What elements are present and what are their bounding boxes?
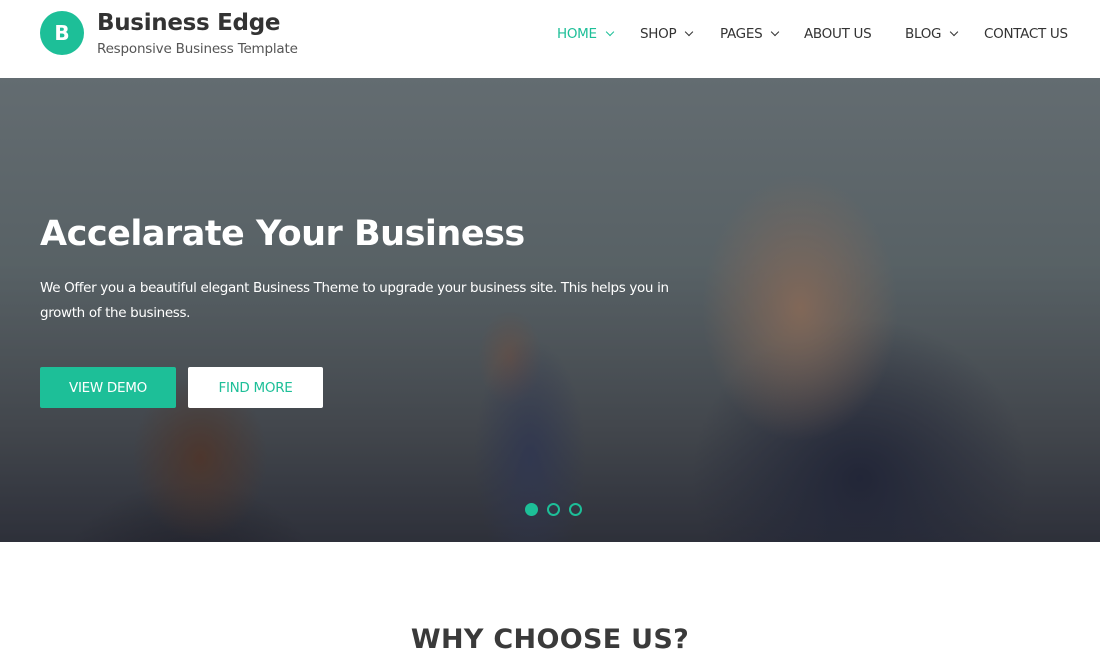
section-title: WHY CHOOSE US? — [410, 624, 690, 655]
nav-item-label: CONTACT US — [984, 26, 1068, 42]
nav-item-blog[interactable]: BLOG — [905, 26, 959, 42]
slider-dot[interactable] — [569, 503, 582, 516]
nav-item-about-us[interactable]: ABOUT US — [804, 26, 872, 42]
chevron-down-icon — [605, 27, 615, 37]
view-demo-button[interactable]: VIEW DEMO — [40, 367, 176, 408]
chevron-down-icon — [685, 27, 694, 37]
chevron-down-icon — [949, 27, 959, 37]
nav-item-contact-us[interactable]: CONTACT US — [984, 26, 1068, 42]
slider-pagination — [525, 503, 582, 516]
hero-title: Accelarate Your Business — [40, 214, 525, 254]
nav-item-home[interactable]: HOME — [557, 26, 615, 42]
nav-item-label: ABOUT US — [804, 26, 872, 42]
nav-item-label: SHOP — [640, 26, 677, 42]
site-header: B Business Edge Responsive Business Temp… — [0, 0, 1100, 78]
slider-dot[interactable] — [547, 503, 560, 516]
chevron-down-icon — [771, 27, 780, 37]
nav-item-pages[interactable]: PAGES — [720, 26, 780, 42]
slider-dot[interactable] — [525, 503, 538, 516]
nav-item-label: BLOG — [905, 26, 942, 42]
main-nav: HOME SHOP PAGES ABOUT US BLOG CONTACT US — [0, 26, 1100, 46]
find-more-button[interactable]: FIND MORE — [188, 367, 323, 408]
nav-item-label: HOME — [557, 26, 597, 42]
hero-slider: Accelarate Your Business We Offer you a … — [0, 78, 1100, 542]
nav-item-shop[interactable]: SHOP — [640, 26, 694, 42]
hero-description: We Offer you a beautiful elegant Busines… — [40, 280, 669, 321]
nav-item-label: PAGES — [720, 26, 763, 42]
